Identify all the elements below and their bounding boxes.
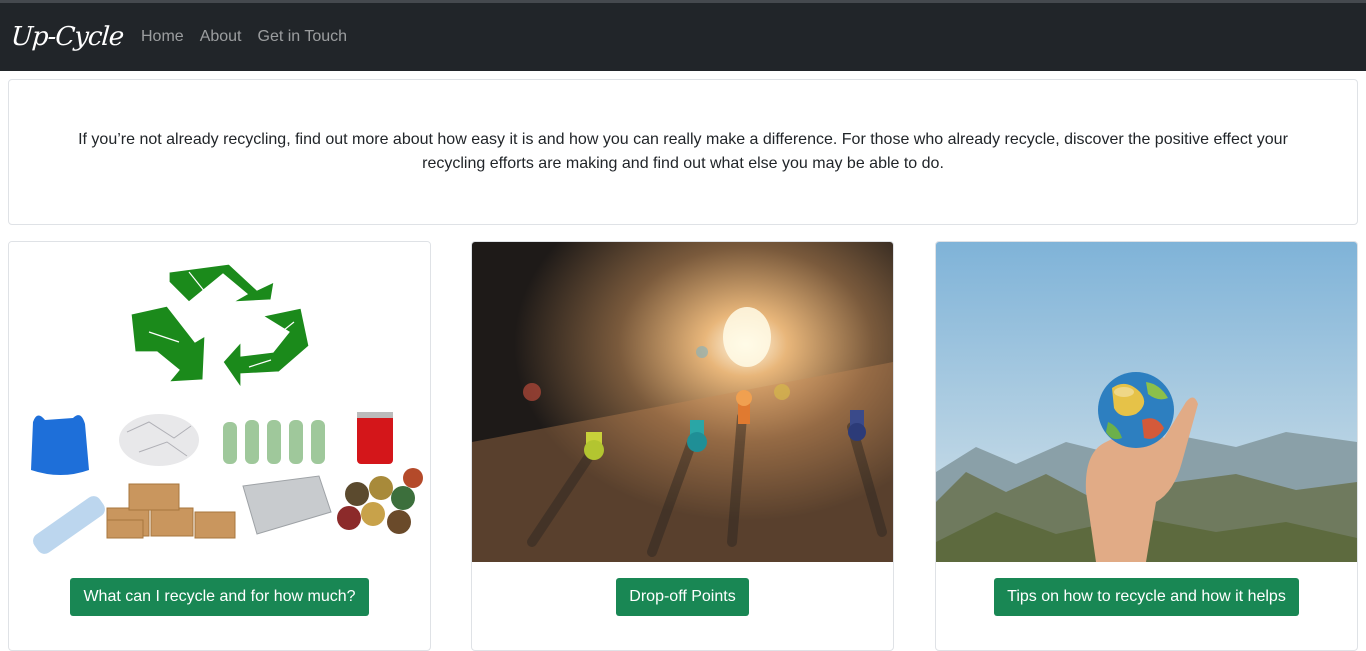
what-can-i-recycle-button[interactable]: What can I recycle and for how much? (70, 578, 369, 616)
brand-logo[interactable]: Up-Cycle (10, 22, 132, 52)
recycling-tips-button[interactable]: Tips on how to recycle and how it helps (994, 578, 1299, 616)
card-drop-off-points: Drop-off Points (471, 241, 894, 651)
nav-link-about[interactable]: About (200, 28, 242, 46)
card-what-to-recycle: What can I recycle and for how much? (8, 241, 431, 651)
nav-link-home[interactable]: Home (141, 28, 184, 46)
nav-links: Home About Get in Touch (141, 28, 363, 46)
intro-text: If you’re not already recycling, find ou… (78, 131, 1288, 172)
nav-link-get-in-touch[interactable]: Get in Touch (258, 28, 348, 46)
drop-off-points-button[interactable]: Drop-off Points (616, 578, 749, 616)
card-recycling-tips: Tips on how to recycle and how it helps (935, 241, 1358, 651)
intro-card: If you’re not already recycling, find ou… (8, 79, 1358, 225)
navbar: Up-Cycle Home About Get in Touch (0, 3, 1366, 71)
